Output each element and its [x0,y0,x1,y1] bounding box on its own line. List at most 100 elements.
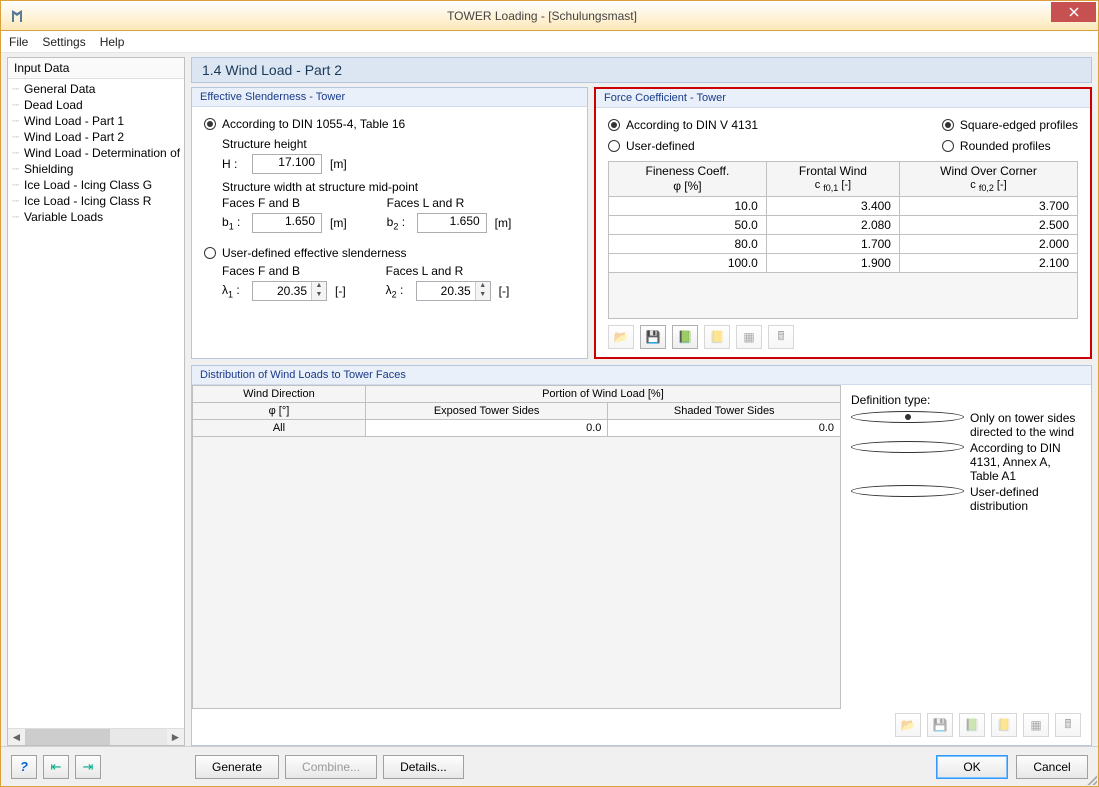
close-button[interactable] [1051,2,1096,22]
excel-import-icon[interactable]: 📗 [672,325,698,349]
b1-label: b1 : [222,215,244,231]
open-icon[interactable]: 📂 [608,325,634,349]
menu-settings[interactable]: Settings [42,35,85,49]
menu-file[interactable]: File [9,35,28,49]
close-icon [1069,7,1079,17]
page-title: 1.4 Wind Load - Part 2 [191,57,1092,83]
faces-lr-label: Faces L and R [387,196,512,210]
th-shaded: Shaded Tower Sides [608,403,841,420]
help-button[interactable]: ? [11,755,37,779]
radio-def-only[interactable] [851,411,964,423]
radio-slenderness-user[interactable] [204,247,216,259]
faces-fb-label: Faces F and B [222,264,346,278]
menubar: File Settings Help [1,31,1098,53]
group-title: Force Coefficient - Tower [596,89,1090,108]
table-row[interactable]: 100.01.9002.100 [609,254,1078,273]
save-icon[interactable]: 💾 [640,325,666,349]
menu-help[interactable]: Help [100,35,125,49]
h-label: H : [222,157,244,171]
th-wind-direction: Wind Direction [193,386,366,403]
h-input[interactable]: 17.100 [252,154,322,174]
th-phi: φ [°] [193,403,366,420]
calculator-icon[interactable]: 🖩 [1055,713,1081,737]
radio-label: User-defined effective slenderness [222,246,407,260]
spinner-up-icon[interactable]: ▲ [312,282,326,291]
prev-button[interactable]: ⇤ [43,755,69,779]
table-row[interactable]: 10.03.4003.700 [609,197,1078,216]
b2-label: b2 : [387,215,409,231]
radio-def-user[interactable] [851,485,964,497]
calculator-icon[interactable]: 🖩 [768,325,794,349]
table-icon[interactable]: ▦ [1023,713,1049,737]
titlebar: TOWER Loading - [Schulungsmast] [1,1,1098,31]
tree-item[interactable]: Ice Load - Icing Class R [8,193,184,209]
table-icon[interactable]: ▦ [736,325,762,349]
radio-fc-square[interactable] [942,119,954,131]
th-exposed: Exposed Tower Sides [365,403,608,420]
b1-input[interactable]: 1.650 [252,213,322,233]
tree-item[interactable]: Variable Loads [8,209,184,225]
fc-toolbar: 📂 💾 📗 📒 ▦ 🖩 [608,325,1078,349]
th-frontal: Frontal Windc f0,1 [-] [766,162,899,197]
spinner-down-icon[interactable]: ▼ [476,291,490,300]
l1-spinner[interactable]: 20.35 ▲▼ [252,281,327,301]
input-data-tree: Input Data General Data Dead Load Wind L… [7,57,185,746]
combine-button[interactable]: Combine... [285,755,377,779]
scroll-left-icon[interactable]: ◄ [8,730,25,744]
scroll-right-icon[interactable]: ► [167,730,184,744]
table-row[interactable]: 80.01.7002.000 [609,235,1078,254]
radio-label: Square-edged profiles [960,118,1078,132]
generate-button[interactable]: Generate [195,755,279,779]
l2-spinner[interactable]: 20.35 ▲▼ [416,281,491,301]
tree-item[interactable]: General Data [8,81,184,97]
excel-import-icon[interactable]: 📗 [959,713,985,737]
resize-grip-icon[interactable] [1085,773,1097,785]
tree-item[interactable]: Wind Load - Determination of G [8,145,184,161]
radio-fc-din[interactable] [608,119,620,131]
tree-item[interactable]: Shielding [8,161,184,177]
footer: ? ⇤ ⇥ Generate Combine... Details... OK … [1,746,1098,786]
tree-item[interactable]: Dead Load [8,97,184,113]
table-row[interactable]: 50.02.0802.500 [609,216,1078,235]
th-corner: Wind Over Cornerc f0,2 [-] [899,162,1077,197]
radio-label: User-defined distribution [970,485,1081,513]
table-row[interactable]: All 0.0 0.0 [193,420,841,437]
window-title: TOWER Loading - [Schulungsmast] [33,9,1051,23]
save-icon[interactable]: 💾 [927,713,953,737]
tree-item[interactable]: Wind Load - Part 1 [8,113,184,129]
radio-label: Rounded profiles [960,139,1051,153]
force-coefficient-table: Fineness Coeff.φ [%] Frontal Windc f0,1 … [608,161,1078,319]
app-icon [9,8,25,24]
b2-unit: [m] [495,216,512,230]
excel-export-icon[interactable]: 📒 [704,325,730,349]
radio-fc-user[interactable] [608,140,620,152]
excel-export-icon[interactable]: 📒 [991,713,1017,737]
next-button[interactable]: ⇥ [75,755,101,779]
radio-fc-round[interactable] [942,140,954,152]
definition-type-label: Definition type: [851,393,1081,407]
spinner-up-icon[interactable]: ▲ [476,282,490,291]
ok-button[interactable]: OK [936,755,1008,779]
cancel-button[interactable]: Cancel [1016,755,1088,779]
tree-header: Input Data [8,58,184,79]
faces-lr-label: Faces L and R [386,264,510,278]
tree-item[interactable]: Ice Load - Icing Class G [8,177,184,193]
spinner-down-icon[interactable]: ▼ [312,291,326,300]
structure-height-label: Structure height [222,137,575,151]
th-portion: Portion of Wind Load [%] [365,386,840,403]
b2-input[interactable]: 1.650 [417,213,487,233]
l1-unit: [-] [335,284,346,298]
radio-label: According to DIN 1055-4, Table 16 [222,117,405,131]
open-icon[interactable]: 📂 [895,713,921,737]
tree-hscrollbar[interactable]: ◄ ► [8,728,184,745]
tree-item[interactable]: Wind Load - Part 2 [8,129,184,145]
distribution-toolbar: 📂 💾 📗 📒 ▦ 🖩 [192,709,1091,745]
radio-slenderness-din[interactable] [204,118,216,130]
radio-def-din[interactable] [851,441,964,453]
details-button[interactable]: Details... [383,755,464,779]
distribution-table-empty [192,437,841,709]
l2-unit: [-] [499,284,510,298]
definition-type-panel: Definition type: Only on tower sides dir… [841,385,1091,709]
group-title: Effective Slenderness - Tower [192,88,587,107]
group-title: Distribution of Wind Loads to Tower Face… [192,366,1091,385]
